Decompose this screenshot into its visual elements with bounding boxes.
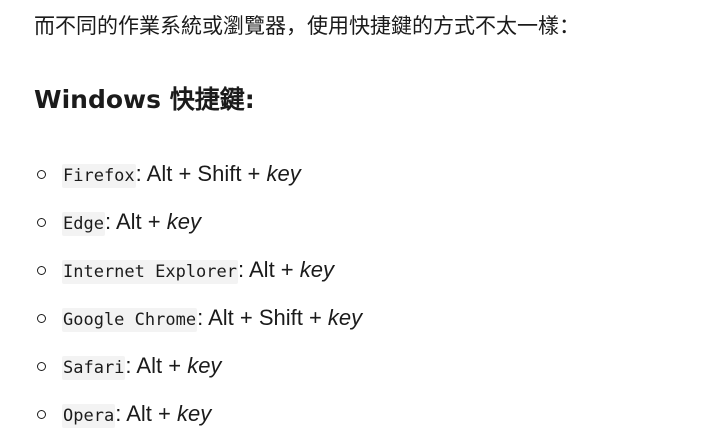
- list-item-edge: Edge: Alt + key: [0, 200, 362, 248]
- shortcut-key: key: [166, 209, 201, 234]
- browser-name-code: Safari: [62, 356, 126, 380]
- shortcut-combo: : Alt + Shift +: [135, 161, 267, 186]
- list-item-opera: Opera: Alt + key: [0, 392, 362, 440]
- browser-shortcut-list: Firefox: Alt + Shift + key Edge: Alt + k…: [0, 152, 362, 440]
- shortcut-combo: : Alt +: [238, 257, 300, 282]
- shortcut-key: key: [327, 305, 363, 330]
- list-item-firefox: Firefox: Alt + Shift + key: [0, 152, 362, 200]
- shortcut-key: key: [266, 161, 301, 186]
- hollow-circle-bullet-icon: [37, 170, 46, 179]
- browser-name-code: Edge: [62, 212, 105, 236]
- browser-name-code: Internet Explorer: [62, 260, 238, 284]
- hollow-circle-bullet-icon: [37, 266, 46, 275]
- list-item-internet-explorer: Internet Explorer: Alt + key: [0, 248, 362, 296]
- hollow-circle-bullet-icon: [37, 218, 46, 227]
- hollow-circle-bullet-icon: [37, 410, 46, 419]
- hollow-circle-bullet-icon: [37, 362, 46, 371]
- shortcut-combo: : Alt + Shift +: [197, 305, 328, 330]
- shortcut-key: key: [187, 353, 222, 378]
- list-item-google-chrome: Google Chrome: Alt + Shift + key: [0, 296, 362, 344]
- windows-shortcuts-heading: Windows 快捷鍵:: [34, 85, 255, 114]
- browser-name-code: Opera: [62, 404, 116, 428]
- browser-name-code: Google Chrome: [62, 308, 198, 332]
- intro-paragraph: 而不同的作業系統或瀏覽器，使用快捷鍵的方式不太一樣：: [34, 14, 580, 38]
- shortcut-key: key: [299, 257, 335, 282]
- list-item-safari: Safari: Alt + key: [0, 344, 362, 392]
- hollow-circle-bullet-icon: [37, 314, 46, 323]
- shortcut-key: key: [176, 401, 212, 426]
- browser-name-code: Firefox: [62, 164, 136, 188]
- shortcut-combo: : Alt +: [104, 209, 167, 234]
- shortcut-combo: : Alt +: [125, 353, 188, 378]
- shortcut-combo: : Alt +: [115, 401, 177, 426]
